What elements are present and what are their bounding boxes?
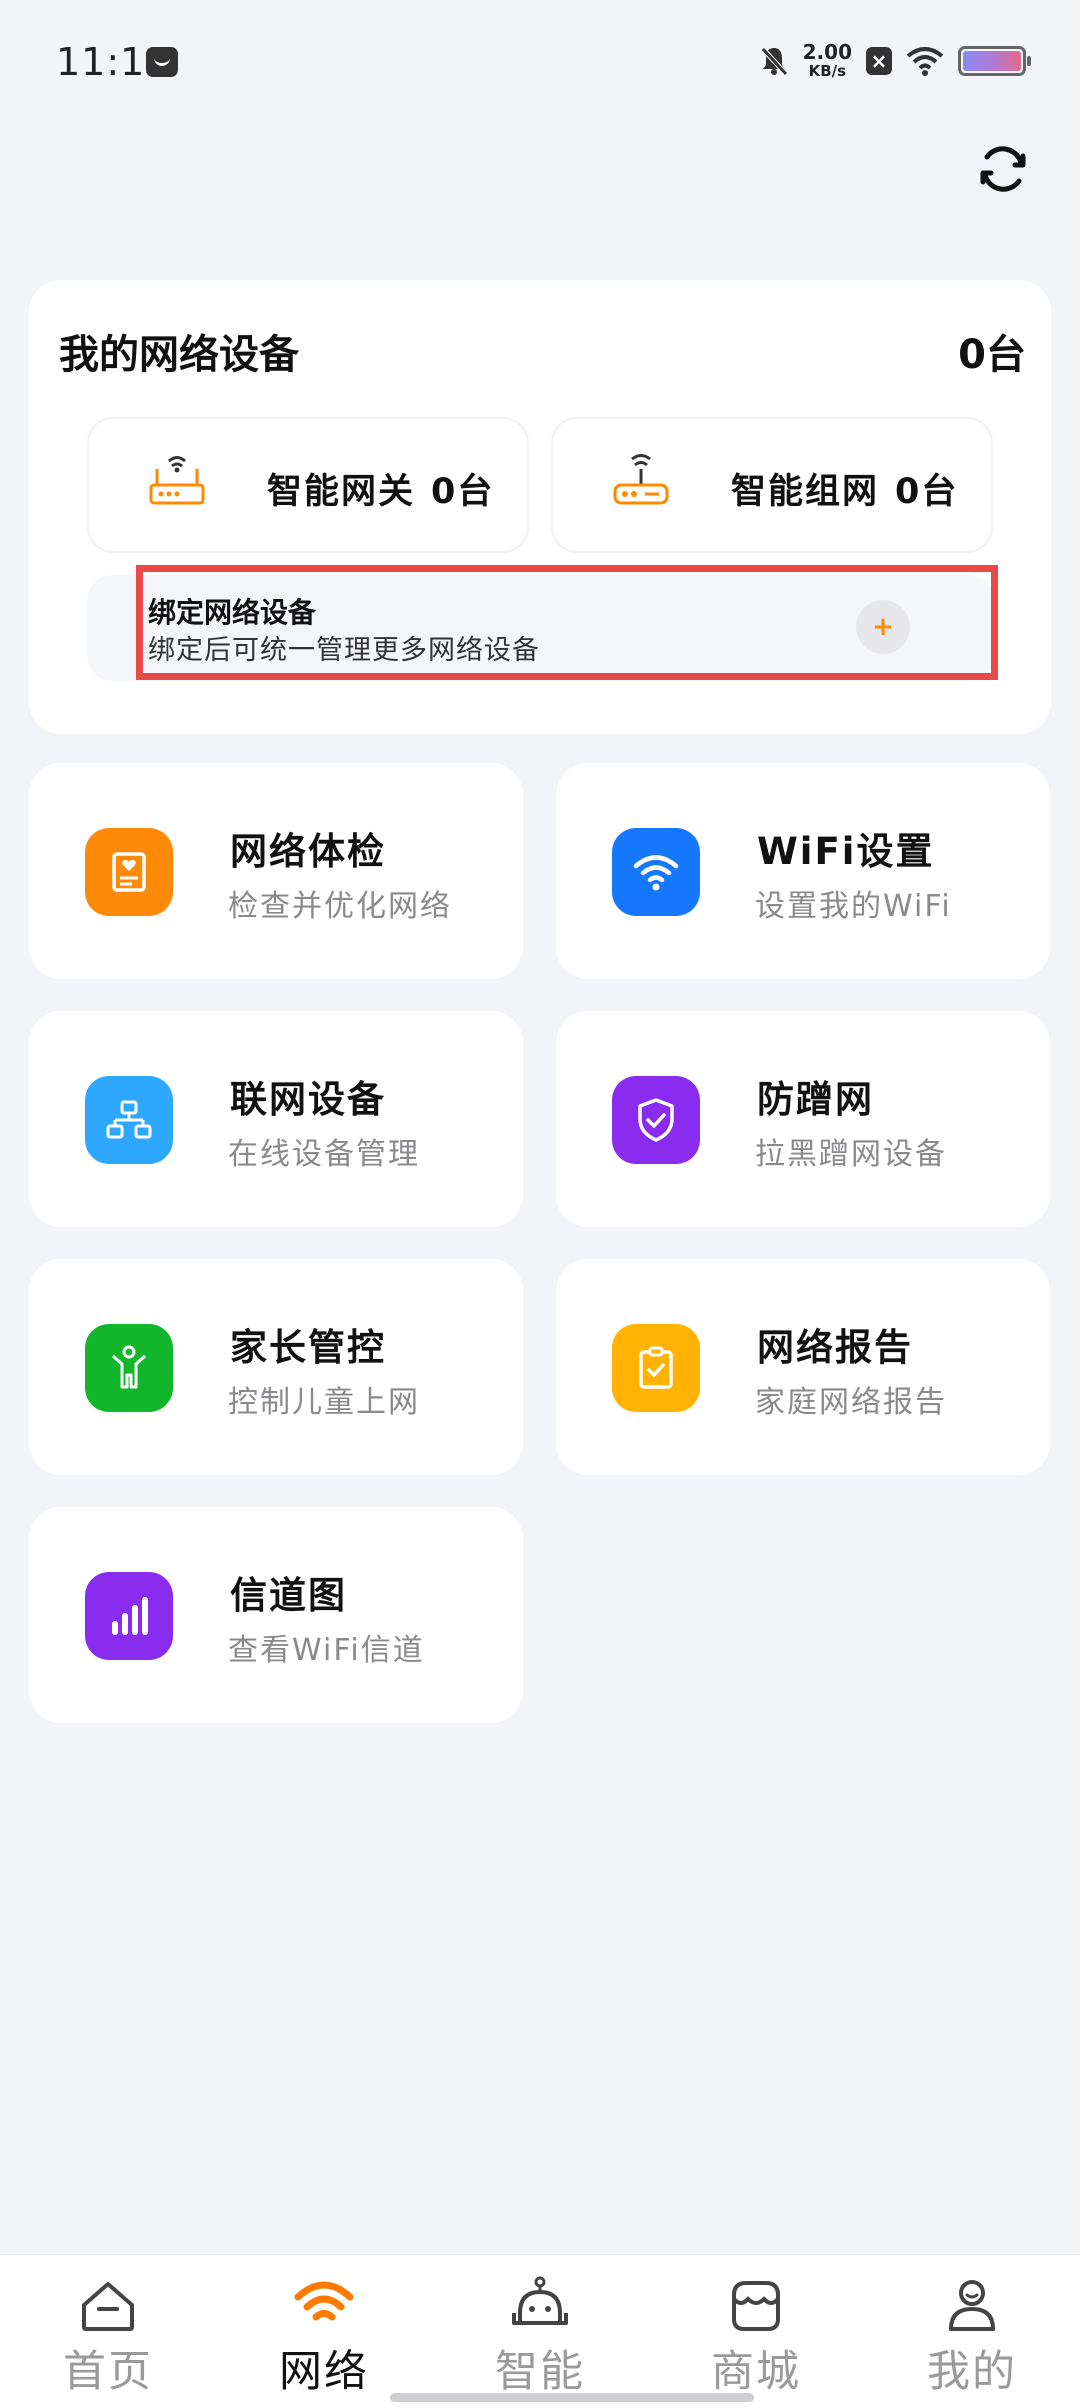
nav-home[interactable]: 首页: [0, 2255, 216, 2408]
tile-subtitle: 拉黑蹭网设备: [755, 1137, 947, 1172]
tile-title: 防蹭网: [757, 1078, 874, 1121]
nav-label: 首页: [63, 2347, 153, 2397]
home-icon: [82, 2282, 134, 2331]
wifi-icon: [612, 828, 700, 916]
channel-chart-icon: [85, 1572, 173, 1660]
battery-icon: [958, 45, 1031, 76]
close-badge-icon: ×: [866, 46, 892, 75]
network-devices-title: 我的网络设备: [59, 332, 299, 378]
smart-mesh-count: 0台: [895, 472, 959, 512]
tile-connected-devices[interactable]: 联网设备 在线设备管理: [29, 1011, 523, 1227]
mute-bell-icon: [760, 46, 788, 76]
tile-title: 网络体检: [230, 830, 386, 873]
bottom-navigation: 首页 网络 智能 商城 我的: [0, 2254, 1080, 2408]
tile-title: 家长管控: [230, 1326, 386, 1369]
smart-gateway-card[interactable]: 智能网关 0台: [87, 417, 529, 553]
smart-gateway-label: 智能网关: [267, 472, 416, 512]
tile-wifi-settings[interactable]: WiFi设置 设置我的WiFi: [556, 763, 1050, 979]
child-icon: [85, 1324, 173, 1412]
refresh-button[interactable]: [970, 136, 1036, 202]
report-icon: [612, 1324, 700, 1412]
tile-subtitle: 查看WiFi信道: [228, 1633, 425, 1668]
nav-label: 商城: [711, 2347, 801, 2397]
tile-network-report[interactable]: 网络报告 家庭网络报告: [556, 1259, 1050, 1475]
tile-channel-chart[interactable]: 信道图 查看WiFi信道: [29, 1507, 523, 1723]
nav-me[interactable]: 我的: [864, 2255, 1080, 2408]
tile-title: 信道图: [230, 1574, 347, 1617]
nav-label: 网络: [279, 2347, 369, 2397]
nav-smart[interactable]: 智能: [432, 2255, 648, 2408]
home-indicator[interactable]: [390, 2393, 754, 2402]
robot-icon: [512, 2276, 568, 2325]
person-icon: [949, 2280, 995, 2331]
tile-network-checkup[interactable]: 网络体检 检查并优化网络: [29, 763, 523, 979]
router-icon: [149, 456, 205, 505]
status-bar: 11:11 2.00 KB/s ×: [0, 0, 1080, 130]
tile-title: WiFi设置: [757, 830, 935, 873]
tile-title: 联网设备: [230, 1078, 386, 1121]
tile-subtitle: 检查并优化网络: [228, 889, 452, 924]
wifi-signal-icon: [906, 46, 944, 76]
health-check-icon: [85, 828, 173, 916]
network-page: 11:11 2.00 KB/s × 我的网络设备 0台 智能网关 0台 智能组网…: [0, 0, 1080, 2408]
nav-network[interactable]: 网络: [216, 2255, 432, 2408]
net-speed: 2.00 KB/s: [803, 42, 852, 79]
store-icon: [732, 2281, 780, 2331]
tile-title: 网络报告: [757, 1326, 913, 1369]
network-devices-total: 0台: [958, 332, 1026, 378]
nav-store[interactable]: 商城: [648, 2255, 864, 2408]
smart-mesh-label: 智能组网: [731, 472, 880, 512]
tile-subtitle: 控制儿童上网: [228, 1385, 420, 1420]
highlight-box: [136, 565, 998, 680]
refresh-icon: [980, 146, 1026, 192]
message-notification-icon: [146, 47, 178, 77]
nav-label: 我的: [927, 2347, 1017, 2397]
smart-mesh-card[interactable]: 智能组网 0台: [551, 417, 993, 553]
shield-icon: [612, 1076, 700, 1164]
tile-anti-freeloader[interactable]: 防蹭网 拉黑蹭网设备: [556, 1011, 1050, 1227]
topology-icon: [85, 1076, 173, 1164]
tile-subtitle: 家庭网络报告: [755, 1385, 947, 1420]
status-indicators: 2.00 KB/s ×: [759, 42, 1031, 79]
tile-parental-control[interactable]: 家长管控 控制儿童上网: [29, 1259, 523, 1475]
wifi-icon: [294, 2281, 354, 2321]
smart-gateway-count: 0台: [431, 472, 495, 512]
nav-label: 智能: [495, 2347, 585, 2397]
tile-subtitle: 设置我的WiFi: [755, 889, 952, 924]
net-speed-value: 2.00: [802, 40, 852, 64]
tile-subtitle: 在线设备管理: [228, 1137, 420, 1172]
mesh-router-icon: [613, 454, 669, 505]
net-speed-unit: KB/s: [808, 62, 847, 80]
